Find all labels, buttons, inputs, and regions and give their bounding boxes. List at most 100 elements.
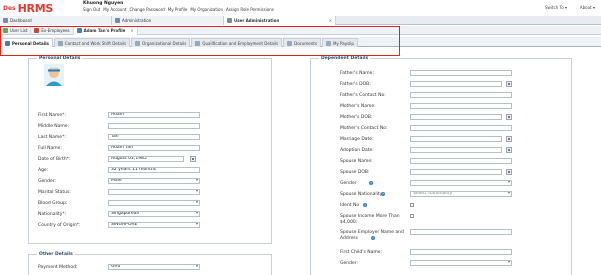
country-select[interactable]: SINGAPORE (108, 222, 200, 228)
dependent-select[interactable] (410, 180, 512, 186)
tab-documents[interactable]: Documents (283, 38, 321, 47)
calendar-icon[interactable] (506, 81, 512, 87)
switch-to-menu[interactable]: Switch To ▾ (545, 5, 567, 10)
dependent-field-label: Ident No (340, 203, 360, 208)
calendar-icon[interactable] (506, 147, 512, 153)
personal-icon (5, 40, 10, 46)
dependent-field-label: Mother's Contact No: (340, 126, 388, 131)
tab-contact-work-shift[interactable]: Contact and Work Shift Details (53, 38, 131, 47)
dependent-field-label: Father's DOB: (340, 82, 371, 87)
dependent-input[interactable] (410, 169, 502, 175)
age-field: 32 years 11 months (108, 167, 200, 173)
my-profile-link[interactable]: My Profile (168, 7, 188, 12)
administration-icon (115, 18, 120, 23)
app-logo[interactable]: Des HRMS (3, 1, 54, 15)
dependent-input[interactable] (410, 158, 512, 164)
full-name-field[interactable]: Adam Tan (108, 145, 200, 151)
checkbox[interactable] (410, 214, 414, 218)
tab-dashboard[interactable]: Dashboard (0, 16, 112, 25)
first-name-field[interactable]: Adam (108, 112, 200, 118)
user-admin-icon (227, 18, 232, 23)
dependent-input[interactable] (410, 103, 512, 109)
documents-icon (287, 40, 293, 46)
tab-personal-details[interactable]: Personal Details (1, 38, 53, 47)
tab-label: Contact and Work Shift Details (64, 40, 127, 46)
help-icon[interactable]: ? (363, 203, 367, 207)
sub-tab-bar: User List Ex-Employees Adam Tan's Profil… (0, 26, 601, 35)
last-name-label: Last Name*: (38, 135, 66, 140)
dependent-field-label: Marriage Date: (340, 137, 374, 142)
tab-label: Qualification and Employment Details (202, 40, 279, 46)
dependent-input[interactable] (410, 70, 512, 76)
account-links: Sign Out My Account Change Password My P… (83, 7, 274, 12)
dependent-details-panel: Dependent Details (310, 56, 572, 275)
tab-profile[interactable]: Adam Tan's Profile ✕ (73, 26, 138, 35)
payment-method-select[interactable]: Giro (108, 264, 200, 270)
dependent-input[interactable] (410, 125, 512, 131)
tab-user-administration[interactable]: User Administration ✕ (224, 16, 336, 25)
nationality-select[interactable]: Singaporean (108, 211, 200, 217)
dependent-field-label: Spouse Name: (340, 159, 373, 164)
about-menu[interactable]: About ▾ (580, 5, 595, 10)
change-password-link[interactable]: Change Password (130, 7, 165, 12)
dependent-input[interactable] (410, 229, 512, 235)
last-name-field[interactable]: Tan (108, 134, 200, 140)
logo-text: HRMS (17, 1, 54, 15)
full-name-label: Full Name: (38, 146, 62, 151)
blood-group-select[interactable] (108, 200, 200, 206)
dob-field[interactable]: August 01,1985 (108, 156, 184, 162)
panel-title: Other Details (37, 252, 75, 257)
middle-name-field[interactable] (108, 123, 200, 129)
tab-ex-employees[interactable]: Ex-Employees (31, 26, 74, 35)
dependent-select[interactable] (410, 260, 512, 266)
tab-organizational-details[interactable]: Organizational Details (131, 38, 191, 47)
checkbox[interactable] (410, 203, 414, 207)
tab-label: Organizational Details (142, 40, 187, 46)
tab-qualification-employment[interactable]: Qualification and Employment Details (191, 38, 283, 47)
help-icon[interactable]: ? (371, 236, 375, 240)
dependent-input[interactable] (410, 136, 502, 142)
dependent-field-label: Adoption Date: (340, 148, 374, 153)
tab-label: Dashboard (10, 18, 32, 23)
calendar-icon[interactable] (506, 114, 512, 120)
blood-group-label: Blood Group: (38, 201, 68, 206)
dependent-input[interactable] (410, 92, 512, 98)
tab-user-list[interactable]: User List (0, 26, 32, 35)
dashboard-icon (3, 18, 8, 23)
dependent-select[interactable]: Select nationality (410, 191, 512, 197)
tab-label: User Administration (234, 18, 280, 23)
payment-method-label: Payment Method: (38, 265, 78, 270)
dependent-input[interactable] (410, 249, 512, 255)
country-label: Country of Origin*: (38, 223, 81, 228)
dependent-input[interactable] (410, 81, 502, 87)
avatar (44, 64, 64, 86)
tab-label: Administration (122, 18, 152, 23)
dependent-field-label: Spouse DOB: (340, 170, 370, 175)
dependent-field-label: Father's Contact No: (340, 93, 386, 98)
tab-administration[interactable]: Administration (112, 16, 224, 25)
help-icon[interactable]: ? (369, 181, 373, 185)
gender-select[interactable]: Male (108, 178, 200, 184)
dependent-input[interactable] (410, 147, 502, 153)
dependent-field-label: Spouse Income More Than $4,000: (340, 214, 400, 225)
first-name-label: First Name*: (38, 113, 66, 118)
my-account-link[interactable]: My Account (103, 7, 126, 12)
user-name: Khuong Nguyen (83, 1, 124, 6)
dependent-input[interactable] (410, 114, 502, 120)
assign-role-permissions-link[interactable]: Assign Role Permissions (226, 7, 274, 12)
my-organization-link[interactable]: My Organization (190, 7, 223, 12)
panel-title: Dependent Details (319, 56, 371, 61)
marital-status-label: Marital Status: (38, 190, 71, 195)
dob-label: Date of Birth*: (38, 157, 71, 162)
calendar-icon[interactable] (506, 169, 512, 175)
dependent-field-label: Mother's DOB: (340, 115, 373, 120)
close-icon[interactable]: ✕ (329, 18, 332, 23)
age-label: Age: (38, 168, 49, 173)
calendar-icon[interactable] (190, 156, 196, 162)
sign-out-link[interactable]: Sign Out (83, 7, 100, 12)
calendar-icon[interactable] (506, 136, 512, 142)
marital-status-select[interactable] (108, 189, 200, 195)
close-icon[interactable]: ✕ (130, 28, 133, 33)
tab-my-payslip[interactable]: My Payslip (321, 38, 358, 47)
help-icon[interactable]: ? (381, 192, 385, 196)
